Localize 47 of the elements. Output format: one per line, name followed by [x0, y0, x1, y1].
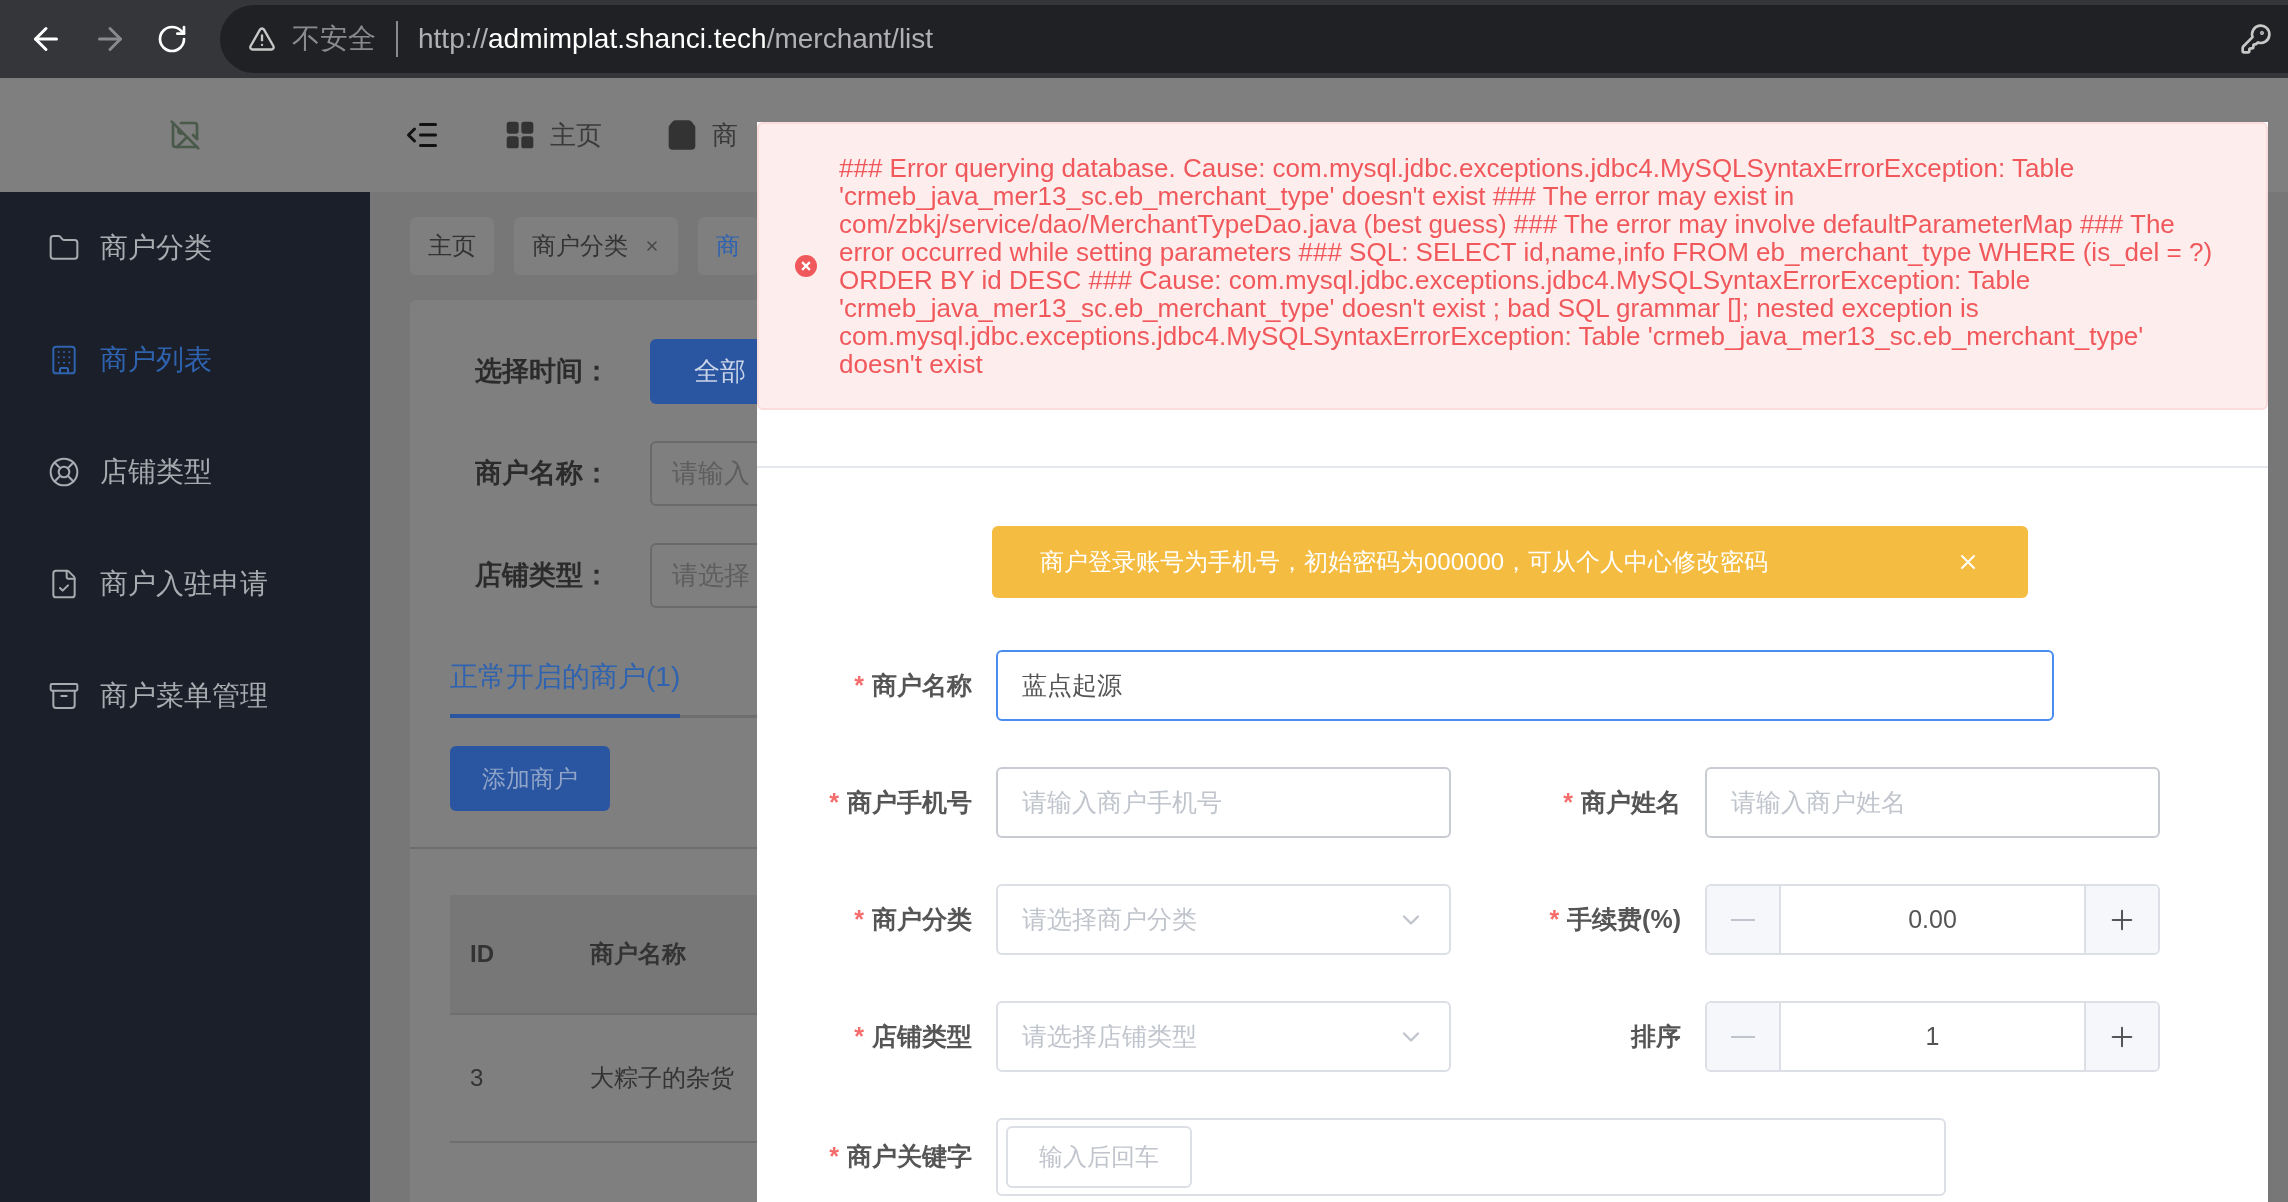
filter-label: 选择时间： [474, 354, 610, 388]
nav-item[interactable]: 商 [666, 115, 738, 155]
error-text: ### Error querying database. Cause: com.mysql.jdbc.exceptions.jdbc4.MySQLSyntaxErrorException: Table 'crmeb_java_mer13_sc.eb_merchant_type' doesn't exist ### The error may exist in com/zbkj/service/dao/MerchantTypeDao.java (best guess) ### The error may involve defaultParameterMap ### The error occurred while setting parameters ### SQL: SELECT id,name,info FROM eb_merchant_type WHERE (is_del = ?) ORDER BY id DESC ### Cause: com.mysql.jdbc.exceptions.jdbc4.MySQLSyntaxErrorException: Table 'crmeb_java_mer13_sc.eb_merchant_type' doesn't exist ; bad SQL grammar []; nested exception is com.mysql.jdbc.exceptions.jdbc4.MySQLSyntaxErrorException: Table 'crmeb_java_mer13_sc.eb_merchant_type' doesn't exist [839, 154, 2214, 378]
sidebar-item[interactable]: 店铺类型 [0, 416, 370, 528]
filter-label: 商户名称： [474, 456, 610, 490]
text-field[interactable]: 请输入商户姓名 [1705, 767, 2160, 838]
table-cell-text: 3 [469, 1063, 485, 1093]
sidebar-item[interactable]: 商户菜单管理 [0, 640, 370, 752]
field-label: 排序 [1631, 1021, 1681, 1050]
tray-icon [48, 680, 80, 712]
select-field[interactable]: 请选择商户分类 [996, 884, 1451, 955]
nav-item[interactable]: 主页 [504, 115, 602, 155]
table-cell-text: 大粽子的杂货 [590, 1063, 734, 1093]
sidebar-item[interactable]: 商户入驻申请 [0, 528, 370, 640]
reload-icon[interactable] [156, 23, 188, 55]
notice-text: 商户登录账号为手机号，初始密码为000000，可从个人中心修改密码 [1040, 547, 1769, 577]
field-label: * 手续费(%) [1549, 904, 1681, 933]
select-field[interactable]: 请选择店铺类型 [996, 1001, 1451, 1072]
field-label: * 店铺类型 [854, 1021, 972, 1050]
security-label: 不安全 [292, 22, 376, 56]
warning-icon [248, 25, 276, 53]
field-label: * 商户名称 [854, 670, 972, 699]
select-placeholder: 请选择商户分类 [1022, 903, 1197, 935]
broken-image-icon [169, 119, 201, 151]
grid-icon [504, 119, 536, 151]
sidebar-item[interactable]: 商户分类 [0, 192, 370, 304]
field-label: * 商户姓名 [1563, 787, 1681, 816]
field-label: * 商户关键字 [829, 1142, 972, 1171]
tag-tab[interactable]: 主页 [410, 217, 494, 275]
select-placeholder: 请选择店铺类型 [1022, 1020, 1197, 1052]
field-label: * 商户手机号 [829, 787, 972, 816]
sidebar-item[interactable]: 商户列表 [0, 304, 370, 416]
wheel-icon [48, 456, 80, 488]
address-bar[interactable]: 不安全 http://admimplat.shanci.tech/merchant/list [220, 5, 2288, 73]
column-header: ID [469, 939, 495, 969]
text-field[interactable]: 请输入商户手机号 [996, 767, 1451, 838]
text-field[interactable]: 蓝点起源 [996, 650, 2054, 721]
url-text: http://admimplat.shanci.tech/merchant/list [418, 22, 934, 56]
tag-input[interactable]: 输入后回车 [1006, 1126, 1192, 1188]
field-label: * 商户分类 [854, 904, 972, 933]
tag-tab[interactable]: 商户分类 [514, 217, 678, 275]
key-icon[interactable] [2240, 23, 2272, 55]
column-header: 商户名称 [590, 939, 686, 969]
add-merchant-button[interactable]: 添加商户 [450, 746, 610, 811]
tags-field[interactable]: 输入后回车 [996, 1118, 1946, 1196]
filter-label: 店铺类型： [474, 558, 610, 592]
error-icon [795, 255, 817, 277]
